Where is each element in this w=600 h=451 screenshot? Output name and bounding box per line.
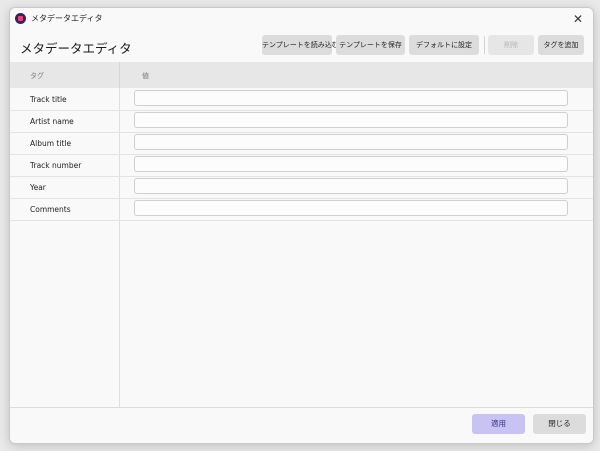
column-divider (119, 62, 120, 88)
tag-label: Track title (30, 95, 67, 104)
save-template-button[interactable]: テンプレートを保存 (336, 35, 405, 55)
close-button[interactable]: 閉じる (533, 414, 586, 434)
app-icon (15, 13, 26, 24)
value-input[interactable] (134, 112, 568, 128)
value-input[interactable] (134, 156, 568, 172)
title-bar: メタデータエディタ ✕ (10, 8, 593, 30)
close-icon[interactable]: ✕ (569, 10, 587, 28)
column-header-value: 値 (142, 72, 149, 80)
metadata-editor-window: メタデータエディタ ✕ メタデータエディタ テンプレートを読み込む テンプレート… (9, 7, 594, 444)
add-tag-button[interactable]: タグを追加 (538, 35, 584, 55)
delete-button[interactable]: 削除 (488, 35, 534, 55)
toolbar-separator (484, 36, 485, 54)
window-title: メタデータエディタ (31, 14, 103, 23)
table-row[interactable]: Track title (10, 88, 593, 111)
table-row[interactable]: Year (10, 176, 593, 199)
load-template-button[interactable]: テンプレートを読み込む (262, 35, 339, 55)
tag-label: Artist name (30, 117, 74, 126)
table-row[interactable]: Track number (10, 154, 593, 177)
table-header: タグ 値 (10, 62, 593, 88)
tag-label: Album title (30, 139, 72, 148)
tag-label: Track number (30, 161, 82, 170)
set-default-button[interactable]: デフォルトに設定 (409, 35, 479, 55)
apply-button[interactable]: 適用 (472, 414, 525, 434)
table-row[interactable]: Comments (10, 198, 593, 221)
footer: 適用 閉じる (10, 407, 593, 443)
table-row[interactable]: Artist name (10, 110, 593, 133)
page-title: メタデータエディタ (20, 41, 132, 56)
tag-label: Year (30, 183, 46, 192)
value-input[interactable] (134, 90, 568, 106)
value-input[interactable] (134, 200, 568, 216)
value-input[interactable] (134, 134, 568, 150)
value-input[interactable] (134, 178, 568, 194)
tag-label: Comments (30, 205, 71, 214)
table-row[interactable]: Album title (10, 132, 593, 155)
column-header-tag: タグ (30, 72, 44, 80)
